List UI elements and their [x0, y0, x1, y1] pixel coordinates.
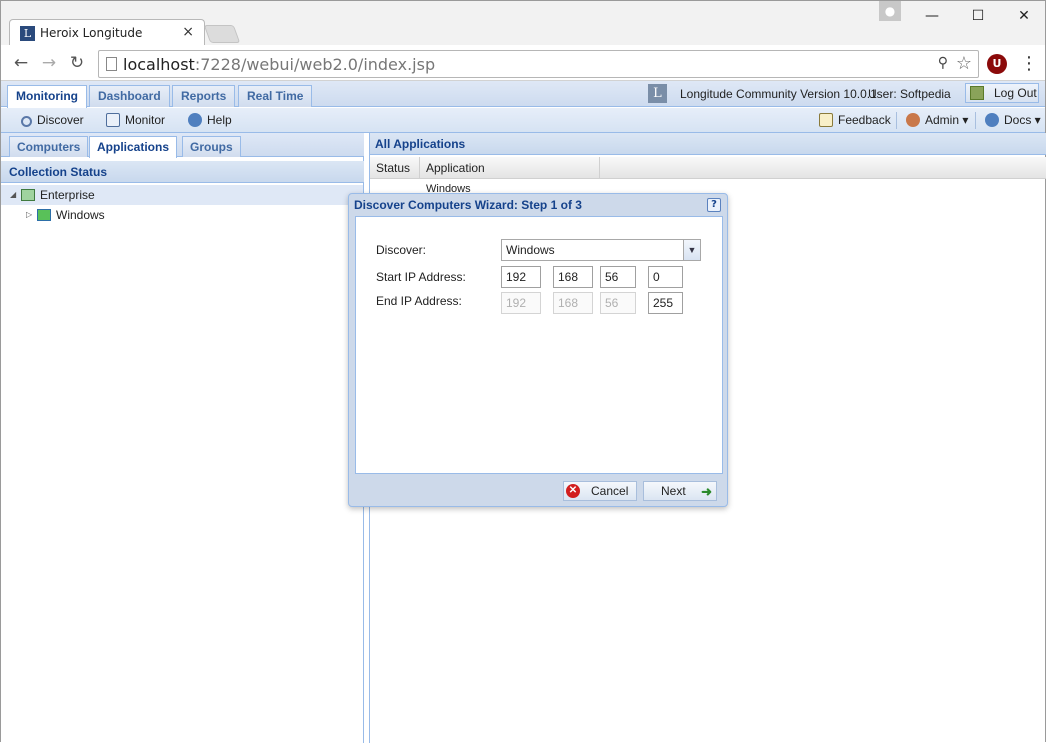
url-path: :7228/webui/web2.0/index.jsp: [194, 55, 436, 74]
tree-node-windows[interactable]: ▷ Windows: [1, 205, 363, 225]
start-ip-octet-3[interactable]: 56: [600, 266, 636, 288]
tree-node-enterprise[interactable]: ◢ Enterprise: [1, 185, 363, 205]
tab-groups[interactable]: Groups: [182, 136, 241, 157]
collection-status-header: Collection Status: [1, 161, 364, 183]
url-host: localhost: [123, 55, 195, 74]
start-ip-octet-1[interactable]: 192: [501, 266, 541, 288]
profile-icon[interactable]: ●: [879, 1, 901, 21]
toolbar-separator: [896, 112, 897, 129]
help-label: Help: [207, 113, 232, 127]
logout-icon: [970, 86, 984, 100]
cancel-icon: ✕: [566, 484, 580, 498]
minimize-button[interactable]: —: [909, 1, 955, 31]
tab-close-icon[interactable]: ×: [182, 24, 194, 40]
browser-tabbar: L Heroix Longitude × ● — ☐ ✕: [1, 1, 1046, 46]
longitude-logo-icon: L: [648, 84, 667, 103]
feedback-button[interactable]: Feedback: [819, 111, 891, 130]
feedback-pencil-icon: [819, 113, 833, 127]
browser-tab[interactable]: L Heroix Longitude ×: [9, 19, 205, 46]
next-arrow-icon: ➜: [701, 484, 712, 499]
back-arrow-icon[interactable]: ←: [11, 53, 31, 73]
end-ip-octet-4[interactable]: 255: [648, 292, 683, 314]
browser-menu-icon[interactable]: ⋮: [1020, 53, 1038, 74]
feedback-label: Feedback: [838, 113, 891, 127]
grid-header: Status Application: [370, 157, 1046, 179]
main-nav: Monitoring Dashboard Reports Real Time L…: [1, 81, 1045, 108]
tab-dashboard[interactable]: Dashboard: [89, 85, 170, 107]
column-status[interactable]: Status: [370, 157, 420, 179]
start-ip-octet-2[interactable]: 168: [553, 266, 593, 288]
window-close-button[interactable]: ✕: [1001, 1, 1046, 31]
cancel-label: Cancel: [591, 484, 629, 498]
tab-real-time[interactable]: Real Time: [238, 85, 313, 107]
discover-wizard-dialog: Discover Computers Wizard: Step 1 of 3 ?…: [348, 193, 728, 507]
longitude-favicon-icon: L: [20, 26, 35, 41]
discover-label: Discover: [37, 113, 84, 127]
discover-button[interactable]: Discover: [21, 111, 84, 130]
tree-node-label: Windows: [56, 208, 105, 222]
logout-button[interactable]: Log Out: [965, 83, 1039, 103]
help-button[interactable]: Help: [188, 111, 232, 130]
tree-node-label: Enterprise: [40, 188, 95, 202]
monitor-label: Monitor: [125, 113, 166, 127]
expand-arrow-icon[interactable]: ▷: [26, 205, 32, 225]
dialog-help-icon[interactable]: ?: [707, 198, 721, 212]
enterprise-network-icon: [21, 189, 35, 201]
help-icon: [188, 113, 202, 127]
key-icon[interactable]: ⚲: [938, 55, 948, 71]
column-application[interactable]: Application: [420, 157, 600, 179]
tab-computers[interactable]: Computers: [9, 136, 89, 157]
toolbar-separator: [975, 112, 976, 129]
user-label: User: Softpedia: [868, 87, 951, 101]
docs-menu-button[interactable]: Docs ▾: [985, 111, 1041, 130]
windows-app-icon: [37, 209, 51, 221]
page-icon: [106, 57, 117, 71]
monitor-add-icon: [106, 113, 120, 127]
left-panel: Computers Applications Groups Collection…: [1, 133, 364, 743]
dialog-body: Discover: Windows ▼ Start IP Address: 19…: [355, 216, 723, 474]
dialog-title: Discover Computers Wizard: Step 1 of 3: [354, 198, 582, 212]
tab-reports[interactable]: Reports: [172, 85, 236, 107]
admin-user-icon: [906, 113, 920, 127]
discover-select[interactable]: Windows ▼: [501, 239, 701, 261]
discover-field-label: Discover:: [376, 243, 427, 257]
collapse-arrow-icon[interactable]: ◢: [10, 185, 16, 205]
monitor-button[interactable]: Monitor: [106, 111, 165, 130]
tab-applications[interactable]: Applications: [89, 136, 178, 158]
discover-selected-value: Windows: [506, 243, 555, 257]
end-ip-octet-3: 56: [600, 292, 636, 314]
new-tab-button[interactable]: [203, 25, 241, 43]
url-text[interactable]: localhost:7228/webui/web2.0/index.jsp: [123, 55, 435, 74]
action-toolbar: Discover Monitor Help Feedback Admin ▾ D…: [1, 108, 1045, 133]
logout-label: Log Out: [994, 86, 1037, 100]
address-bar[interactable]: localhost:7228/webui/web2.0/index.jsp ⚲ …: [98, 50, 979, 78]
start-ip-octet-4[interactable]: 0: [648, 266, 683, 288]
all-applications-header: All Applications: [370, 133, 1046, 155]
end-ip-octet-1: 192: [501, 292, 541, 314]
end-ip-octet-2: 168: [553, 292, 593, 314]
ublock-extension-icon[interactable]: U: [987, 54, 1007, 74]
discover-magnifier-icon: [21, 116, 32, 127]
chevron-down-icon[interactable]: ▼: [683, 240, 700, 260]
left-panel-tabs: Computers Applications Groups: [1, 133, 364, 158]
browser-window: L Heroix Longitude × ● — ☐ ✕ ← → ↻ local…: [0, 0, 1046, 743]
maximize-button[interactable]: ☐: [955, 1, 1001, 31]
start-ip-label: Start IP Address:: [376, 270, 466, 284]
docs-label: Docs ▾: [1004, 113, 1041, 127]
reload-icon[interactable]: ↻: [67, 53, 87, 73]
next-label: Next: [661, 484, 686, 498]
forward-arrow-icon[interactable]: →: [39, 53, 59, 73]
next-button[interactable]: Next ➜: [643, 481, 717, 501]
docs-help-icon: [985, 113, 999, 127]
tab-monitoring[interactable]: Monitoring: [7, 85, 87, 108]
cancel-button[interactable]: ✕ Cancel: [563, 481, 637, 501]
tab-title: Heroix Longitude: [40, 26, 143, 40]
admin-label: Admin ▾: [925, 113, 969, 127]
bookmark-star-icon[interactable]: ☆: [956, 53, 972, 74]
admin-menu-button[interactable]: Admin ▾: [906, 111, 968, 130]
end-ip-label: End IP Address:: [376, 294, 462, 308]
version-text: Longitude Community Version 10.0.1: [680, 87, 877, 101]
